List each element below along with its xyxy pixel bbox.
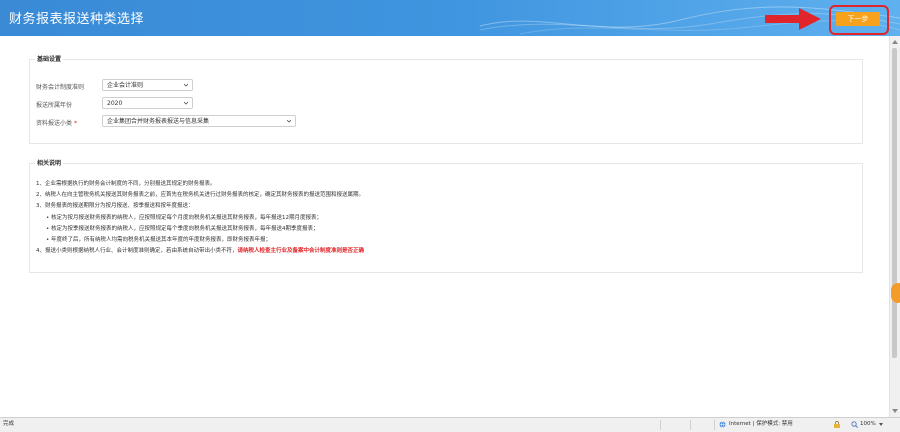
chevron-down-icon	[184, 83, 188, 87]
status-divider	[690, 420, 691, 430]
zoom-level[interactable]: 100%	[860, 418, 876, 431]
status-divider	[714, 420, 715, 430]
next-step-highlight: 下一步	[829, 5, 889, 35]
status-text: 完成	[3, 421, 15, 427]
accounting-standard-label: 财务会计制度准则	[36, 84, 85, 91]
note-item: 1、企业需根据执行的财务会计制度的不同，分别报送其规定的财务报表。	[36, 181, 216, 187]
status-divider	[660, 420, 661, 430]
note-subitem: • 核定为按季报送财务报表的纳税人，应按照规定每个季度向税务机关报送其财务报表，…	[46, 225, 319, 232]
note-subitem: • 年度终了后，所有纳税人均需向税务机关报送其本年度的年度财务报表，即财务报表年…	[46, 236, 271, 243]
note-warning: 请纳税人检查主行业及备案中会计制度准则是否正确	[237, 248, 365, 255]
chevron-down-icon	[287, 119, 291, 123]
protected-mode-icon[interactable]	[833, 421, 841, 428]
scroll-down-icon[interactable]	[892, 409, 898, 413]
notes-title: 相关说明	[35, 158, 64, 167]
next-step-button[interactable]: 下一步	[836, 12, 880, 26]
report-year-select[interactable]: 2020	[102, 97, 193, 109]
zoom-dropdown-icon[interactable]	[879, 423, 883, 426]
notes-list: 1、企业需根据执行的财务会计制度的不同，分别报送其规定的财务报表。 2、纳税人在…	[36, 179, 364, 257]
notes-section: 相关说明 1、企业需根据执行的财务会计制度的不同，分别报送其规定的财务报表。 2…	[29, 158, 863, 273]
accounting-standard-select[interactable]: 企业会计准则	[102, 79, 193, 91]
globe-icon	[719, 421, 726, 428]
security-zone-text: Internet | 保护模式: 禁用	[729, 421, 793, 427]
scrollbar-thumb[interactable]	[892, 48, 897, 358]
report-subtype-select[interactable]: 企业集团合并财务报表报送与信息采集	[102, 115, 296, 127]
note-subitem: • 核定为按月报送财务报表的纳税人，应按照规定每个月度向税务机关报送其财务报表，…	[46, 214, 322, 221]
chevron-down-icon	[184, 101, 188, 105]
report-subtype-label: 资料报送小类 *	[36, 120, 77, 127]
basic-settings-title: 基础设置	[35, 54, 64, 63]
note-item: 3、财务报表的报送期限分为按月报送、按季报送和按年度报送：	[36, 203, 194, 210]
note-item: 4、报送小类则根据纳税人行业、会计制度准则确定，若由系统自动带出小类不符，请纳税…	[36, 248, 365, 255]
note-item: 2、纳税人在向主管税务机关报送其财务报表之前，应首先在税务机关进行过财务报表的核…	[36, 192, 365, 199]
status-bar: 完成 Internet | 保护模式: 禁用 100%	[0, 417, 900, 432]
red-arrow-icon	[765, 8, 821, 30]
basic-settings-section: 基础设置 财务会计制度准则 企业会计准则 报送所属年份 2020 资料报送小类 …	[29, 54, 863, 144]
scroll-up-icon[interactable]	[892, 40, 898, 44]
floating-side-tab[interactable]	[891, 283, 900, 303]
zoom-icon[interactable]	[851, 421, 858, 428]
report-year-label: 报送所属年份	[36, 102, 73, 109]
page-title: 财务报表报送种类选择	[9, 12, 145, 27]
required-marker: *	[73, 120, 77, 127]
vertical-scrollbar[interactable]	[889, 36, 900, 417]
